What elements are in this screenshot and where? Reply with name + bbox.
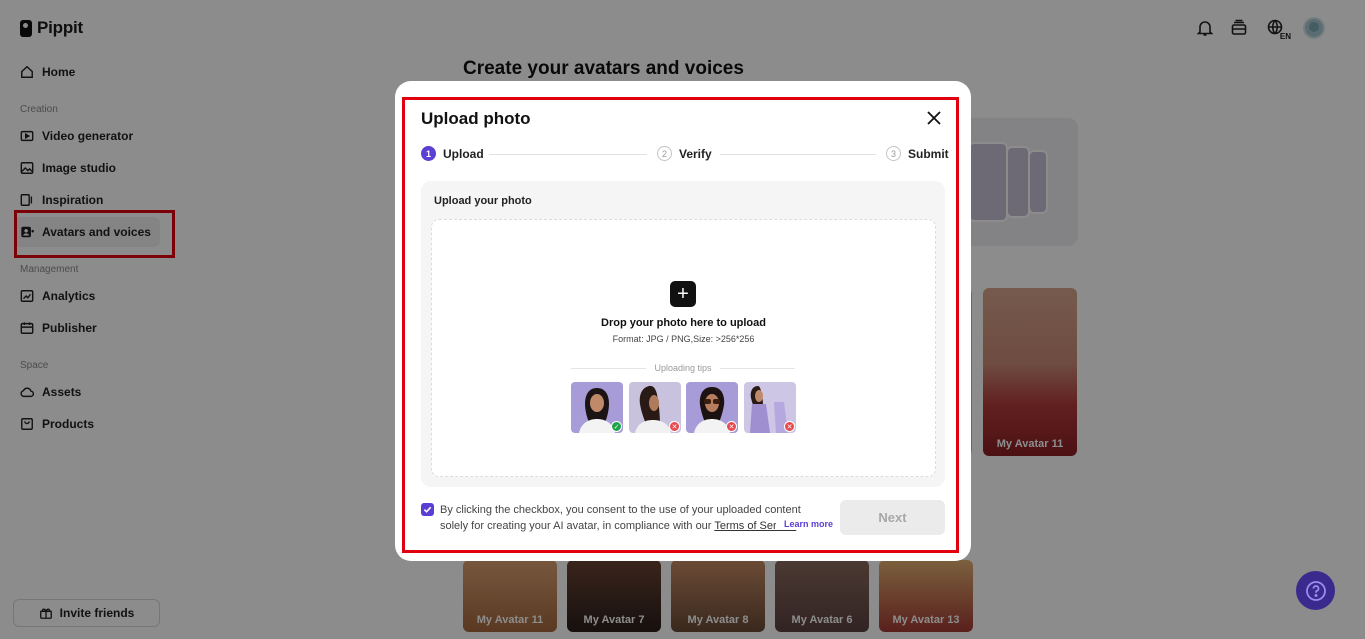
highlight-box-modal xyxy=(402,97,959,553)
help-button[interactable] xyxy=(1296,571,1335,610)
help-icon xyxy=(1305,580,1326,601)
